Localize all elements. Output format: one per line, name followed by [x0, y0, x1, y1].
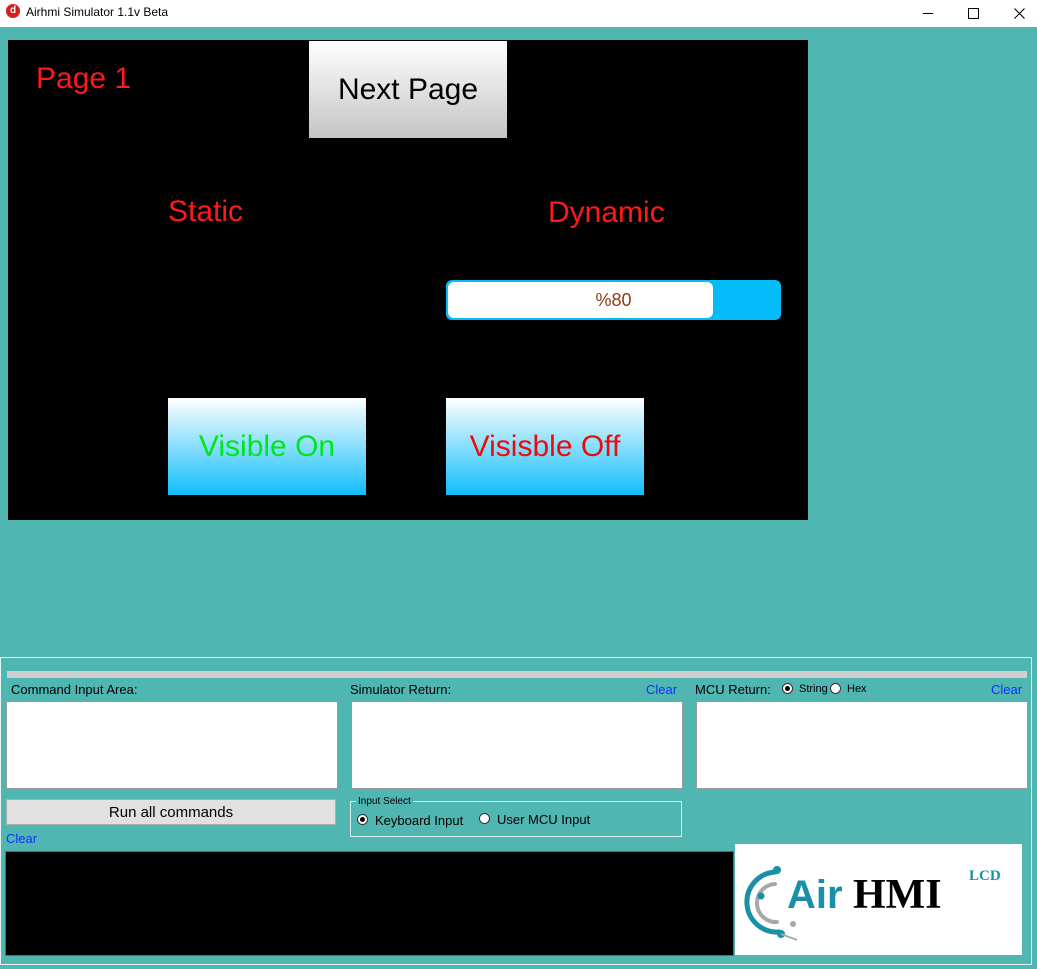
keyboard-input-radio[interactable] [357, 814, 368, 825]
mcu-return-label: MCU Return: [695, 682, 771, 697]
progress-text: %80 [595, 290, 632, 310]
app-icon: d [6, 4, 20, 18]
command-input-area[interactable] [6, 701, 338, 789]
mcu-clear-link[interactable]: Clear [991, 682, 1022, 697]
visible-off-button[interactable]: Visisble Off [446, 398, 644, 495]
minimize-icon [923, 13, 933, 14]
user-mcu-input-radio[interactable] [479, 813, 490, 824]
command-input-label: Command Input Area: [11, 682, 138, 697]
hmi-screen: Page 1 Next Page Static Dynamic %80 Visi… [8, 40, 808, 520]
logo-text-air: Air [787, 873, 843, 917]
string-radio-label: String [799, 683, 828, 695]
simulator-return-area [351, 701, 683, 789]
static-label: Static [168, 195, 244, 228]
logo-text-lcd: LCD [969, 868, 1001, 884]
minimize-button[interactable] [905, 0, 951, 27]
close-button[interactable] [996, 0, 1037, 27]
input-select-title: Input Select [356, 796, 413, 807]
string-radio[interactable] [782, 683, 793, 694]
progress-bar: %80 [446, 280, 781, 320]
output-console [5, 851, 734, 956]
panel-splitter[interactable] [7, 671, 1027, 678]
dynamic-label: Dynamic [548, 196, 665, 229]
maximize-icon [967, 8, 979, 19]
console-clear-link[interactable]: Clear [6, 831, 37, 846]
window-title: Airhmi Simulator 1.1v Beta [26, 5, 169, 19]
close-icon [1013, 8, 1025, 19]
hex-radio[interactable] [830, 683, 841, 694]
mcu-return-area [696, 701, 1028, 789]
title-bar: d Airhmi Simulator 1.1v Beta [0, 0, 1037, 27]
hex-radio-label: Hex [847, 683, 867, 695]
user-mcu-input-label: User MCU Input [497, 812, 591, 827]
next-page-button[interactable]: Next Page [309, 41, 507, 138]
page-title: Page 1 [36, 62, 132, 95]
maximize-button[interactable] [950, 0, 996, 27]
simulator-return-label: Simulator Return: [350, 682, 452, 697]
run-all-commands-button[interactable]: Run all commands [6, 799, 336, 825]
visible-on-button[interactable]: Visible On [168, 398, 366, 495]
airhmi-logo: Air HMI LCD [735, 844, 1022, 955]
keyboard-input-label: Keyboard Input [375, 813, 464, 828]
airhmi-logo-graphic: Air HMI LCD [744, 866, 1001, 941]
simulator-clear-link[interactable]: Clear [646, 682, 677, 697]
logo-text-hmi: HMI [853, 872, 942, 918]
